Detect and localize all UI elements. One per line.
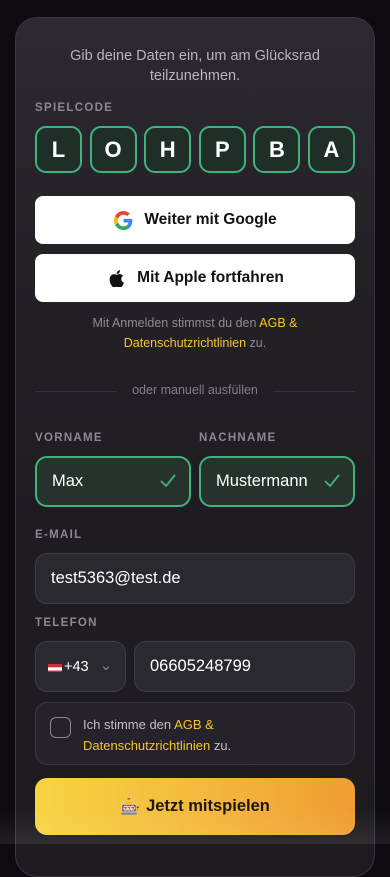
chevron-down-icon	[101, 661, 111, 671]
austria-flag-icon	[48, 662, 62, 672]
game-code-char-2[interactable]: O	[89, 126, 137, 173]
game-code-char-6[interactable]: A	[308, 126, 355, 173]
divider-text: oder manuell ausfüllen	[132, 383, 258, 397]
play-now-label: Jetzt mitspielen	[146, 797, 270, 815]
apple-signin-label: Mit Apple fortfahren	[137, 269, 284, 286]
check-icon	[159, 472, 177, 490]
phone-value: 06605248799	[150, 657, 251, 675]
last-name-input[interactable]: Mustermann	[199, 456, 355, 507]
country-code-value: +43	[64, 658, 89, 675]
email-input[interactable]: test5363@test.de	[35, 553, 355, 604]
divider-line-right	[273, 391, 355, 392]
email-label: E-MAIL	[35, 529, 83, 541]
game-code-label: SPIELCODE	[35, 102, 114, 114]
email-value: test5363@test.de	[51, 569, 181, 587]
first-name-label: VORNAME	[35, 432, 103, 444]
google-signin-button[interactable]: Weiter mit Google	[35, 196, 355, 244]
consent-suffix: zu.	[213, 738, 232, 753]
game-code-char-4[interactable]: P	[198, 126, 246, 173]
check-icon	[323, 472, 341, 490]
play-now-button[interactable]: 🎰 Jetzt mitspielen	[35, 778, 355, 835]
phone-label: TELEFON	[35, 617, 98, 629]
game-code-row: L O H P B A	[35, 126, 355, 173]
last-name-value: Mustermann	[216, 472, 308, 490]
consent-text: Ich stimme den AGB & Datenschutzrichtlin…	[83, 714, 343, 756]
google-signin-label: Weiter mit Google	[144, 211, 277, 228]
slot-machine-icon: 🎰	[120, 798, 141, 816]
consent-box: Ich stimme den AGB & Datenschutzrichtlin…	[35, 702, 355, 765]
apple-signin-button[interactable]: Mit Apple fortfahren	[35, 254, 355, 302]
apple-icon	[106, 268, 126, 288]
intro-line-1: Gib deine Daten ein, um am Glücksrad	[70, 48, 320, 64]
first-name-value: Max	[52, 472, 84, 490]
last-name-label: NACHNAME	[199, 432, 277, 444]
intro-text: Gib deine Daten ein, um am Glücksrad tei…	[35, 46, 355, 86]
game-code-char-1[interactable]: L	[35, 126, 82, 173]
intro-line-2: teilzunehmen.	[149, 68, 241, 84]
legal-notice: Mit Anmelden stimmst du den AGB & Datens…	[35, 313, 355, 353]
legal-suffix: zu.	[249, 336, 267, 350]
google-icon	[113, 210, 133, 230]
legal-prefix: Mit Anmelden stimmst du den	[92, 316, 257, 330]
first-name-input[interactable]: Max	[35, 456, 191, 507]
consent-checkbox[interactable]	[50, 717, 71, 738]
game-code-char-5[interactable]: B	[253, 126, 301, 173]
game-code-char-3[interactable]: H	[144, 126, 192, 173]
consent-prefix: Ich stimme den	[83, 717, 172, 732]
phone-input[interactable]: 06605248799	[134, 641, 355, 692]
country-code-select[interactable]: +43	[35, 641, 126, 692]
